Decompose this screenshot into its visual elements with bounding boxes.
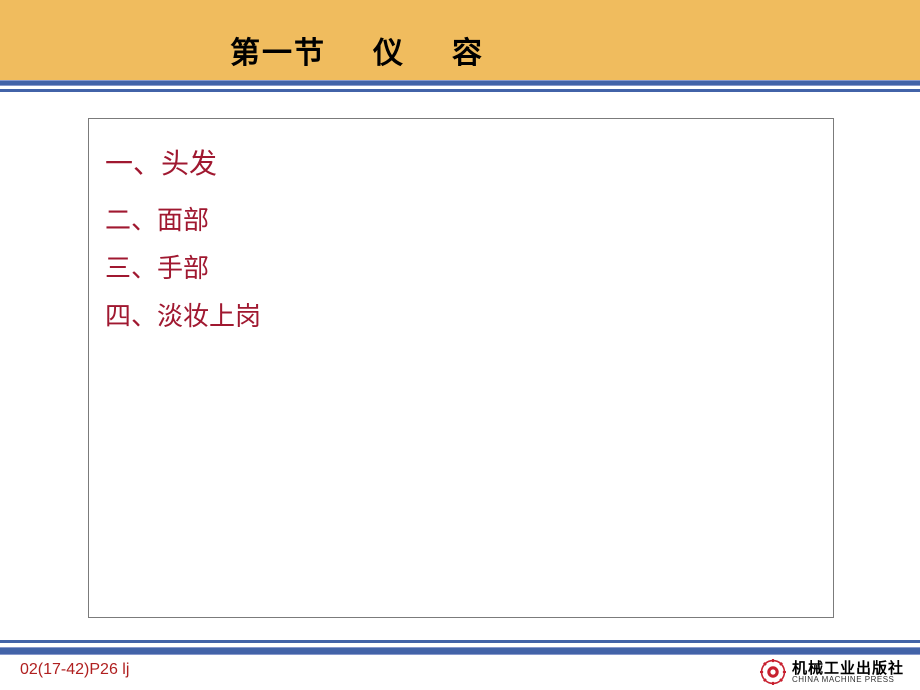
list-item: 二、面部	[105, 199, 817, 243]
divider-bottom-thick	[0, 647, 920, 655]
publisher-name-cn: 机械工业出版社	[792, 661, 904, 676]
content-box: 一、头发 二、面部 三、手部 四、淡妆上岗	[88, 118, 834, 618]
divider-bottom-thin	[0, 640, 920, 643]
list-item: 三、手部	[105, 247, 817, 291]
title-part1: 第一节	[230, 37, 326, 70]
title-part3: 容	[452, 37, 484, 70]
gear-icon	[760, 659, 786, 685]
publisher-name-en: CHINA MACHINE PRESS	[792, 676, 904, 684]
list-item: 一、头发	[105, 141, 817, 189]
divider-top-thin	[0, 89, 920, 92]
footer-code: 02(17-42)P26 lj	[20, 661, 129, 679]
header-band: 第一节 仪 容	[0, 0, 920, 80]
title-part2: 仪	[373, 37, 405, 70]
publisher-text: 机械工业出版社 CHINA MACHINE PRESS	[792, 661, 904, 684]
publisher-logo: 机械工业出版社 CHINA MACHINE PRESS	[760, 659, 904, 685]
page-title: 第一节 仪 容	[230, 28, 484, 72]
divider-top-thick	[0, 80, 920, 86]
list-item: 四、淡妆上岗	[105, 295, 817, 339]
